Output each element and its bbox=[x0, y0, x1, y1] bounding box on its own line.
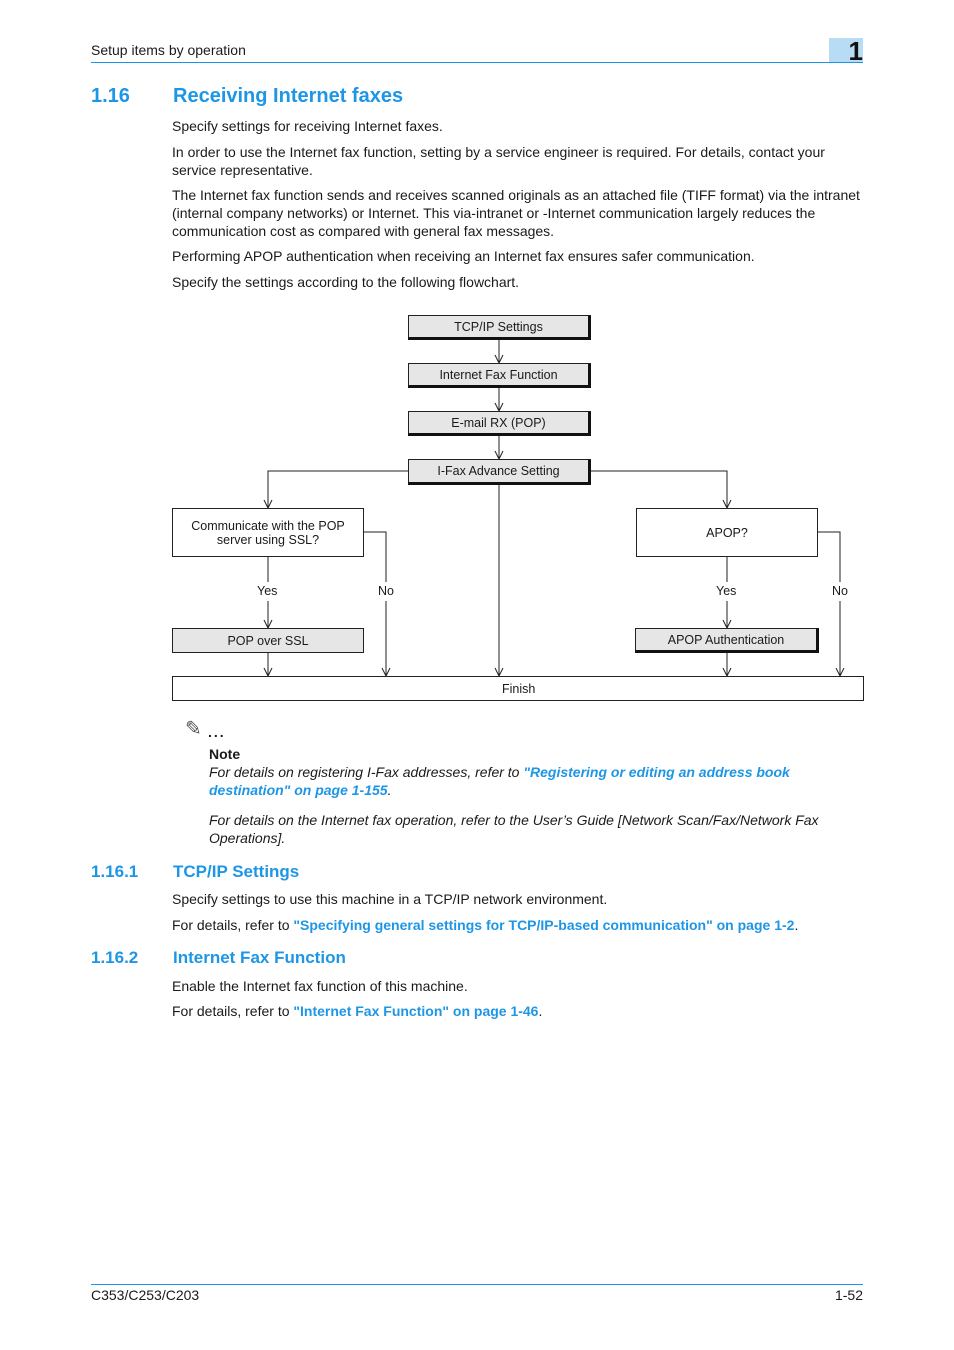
body-text: For details, refer to bbox=[172, 1003, 294, 1019]
flow-decision-apop: APOP? bbox=[636, 508, 818, 557]
flow-step-ifax-advance: I-Fax Advance Setting bbox=[408, 459, 591, 485]
link-internet-fax-function[interactable]: "Internet Fax Function" on page 1-46 bbox=[293, 1003, 538, 1019]
footer-rule bbox=[91, 1284, 863, 1285]
flow-label-no: No bbox=[376, 584, 396, 598]
body-text: . bbox=[538, 1003, 543, 1019]
note-text: For details on registering I-Fax address… bbox=[209, 764, 524, 780]
subsection-heading: 1.16.1 TCP/IP Settings bbox=[91, 862, 299, 882]
flow-step-email-rx: E-mail RX (POP) bbox=[408, 411, 591, 436]
body-paragraph: Enable the Internet fax function of this… bbox=[172, 978, 468, 994]
flowchart-connectors bbox=[263, 340, 845, 678]
note-dots: ... bbox=[208, 724, 226, 740]
note-text: . bbox=[387, 782, 392, 798]
body-text: For details, refer to bbox=[172, 917, 294, 933]
body-paragraph: For details, refer to "Internet Fax Func… bbox=[172, 1002, 864, 1020]
subsection-number: 1.16.2 bbox=[91, 948, 139, 967]
connector-line bbox=[817, 531, 841, 582]
subsection-title: TCP/IP Settings bbox=[173, 862, 300, 881]
finish-label: Finish bbox=[502, 681, 536, 696]
body-paragraph: For details, refer to "Specifying genera… bbox=[172, 916, 864, 934]
body-paragraph: Specify settings to use this machine in … bbox=[172, 891, 608, 907]
subsection-title: Internet Fax Function bbox=[173, 948, 346, 967]
subsection-number: 1.16.1 bbox=[91, 862, 139, 881]
flow-step-internet-fax-function: Internet Fax Function bbox=[408, 363, 591, 388]
note-paragraph: For details on registering I-Fax address… bbox=[209, 763, 859, 799]
note-paragraph: For details on the Internet fax operatio… bbox=[209, 812, 819, 846]
footer-model: C353/C253/C203 bbox=[91, 1287, 200, 1303]
flow-step-finish: Finish bbox=[172, 676, 864, 701]
flow-label-yes: Yes bbox=[714, 584, 739, 598]
note-title: Note bbox=[209, 746, 241, 762]
flow-step-pop-over-ssl: POP over SSL bbox=[172, 628, 364, 653]
connector-line bbox=[590, 470, 728, 508]
footer-page-number: 1-52 bbox=[834, 1287, 863, 1303]
flow-label-no: No bbox=[830, 584, 850, 598]
pencil-icon: ✎ bbox=[185, 718, 202, 740]
connector-line bbox=[267, 470, 409, 508]
subsection-heading: 1.16.2 Internet Fax Function bbox=[91, 948, 346, 968]
connector-line bbox=[363, 531, 387, 582]
link-tcpip-settings[interactable]: "Specifying general settings for TCP/IP-… bbox=[293, 917, 794, 933]
flow-step-tcpip: TCP/IP Settings bbox=[408, 315, 591, 340]
flow-step-apop-auth: APOP Authentication bbox=[635, 628, 819, 653]
flow-decision-ssl: Communicate with the POP server using SS… bbox=[172, 508, 364, 557]
body-text: . bbox=[794, 917, 799, 933]
flow-label-yes: Yes bbox=[255, 584, 280, 598]
